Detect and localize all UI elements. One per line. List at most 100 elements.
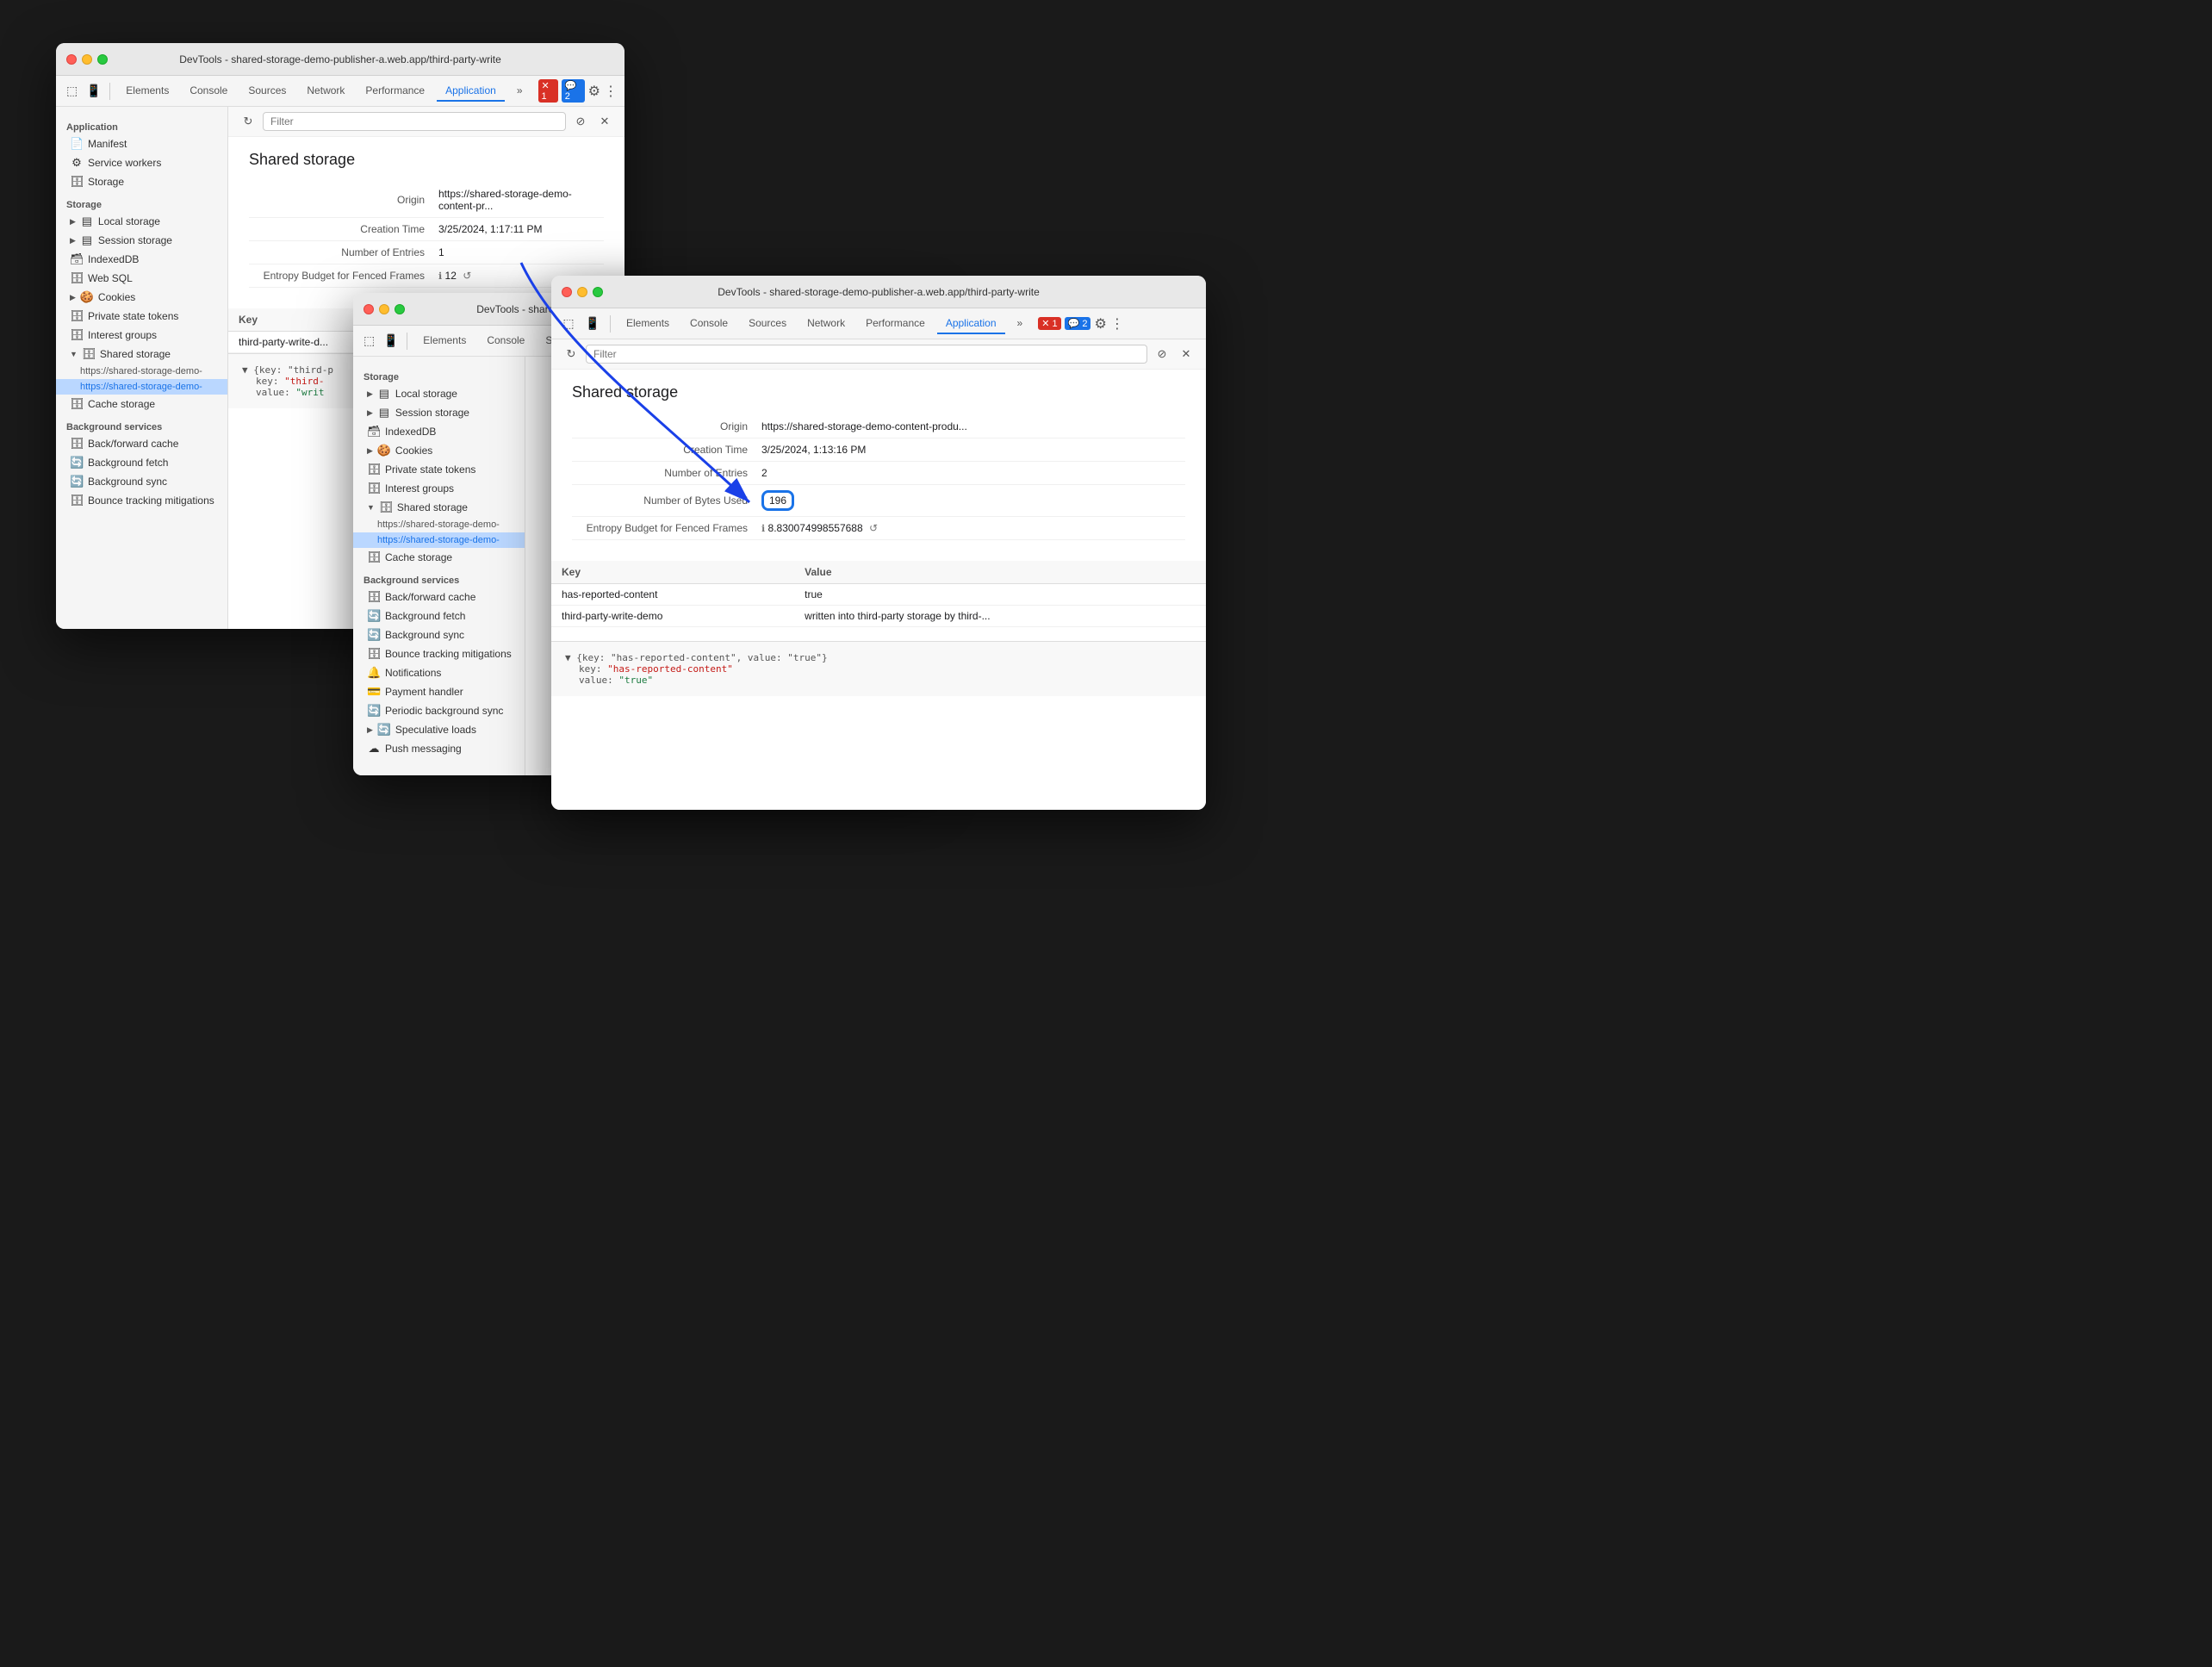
sidebar-item-payment-2[interactable]: 💳 Payment handler	[353, 682, 525, 701]
sidebar-item-cachestorage-2[interactable]: 🗄 Cache storage	[353, 548, 525, 567]
sidebar-item-interestgroups-2[interactable]: 🗄 Interest groups	[353, 479, 525, 498]
sidebar-item-cachestorage[interactable]: 🗄 Cache storage	[56, 395, 227, 414]
tab-more-1[interactable]: »	[508, 81, 531, 102]
sidebar-item-push-2[interactable]: ☁ Push messaging	[353, 739, 525, 758]
tab-console-3[interactable]: Console	[681, 314, 736, 334]
sidebar-item-localstorage-2[interactable]: ▶ ▤ Local storage	[353, 384, 525, 403]
entropy-value-1: ℹ 12 ↺	[438, 270, 471, 282]
more-icon-1[interactable]: ⋮	[604, 83, 618, 100]
tab-sources-3[interactable]: Sources	[740, 314, 795, 334]
device-icon-3[interactable]: 📱	[582, 314, 603, 334]
tab-network-1[interactable]: Network	[298, 81, 353, 102]
sidebar-item-privatestate[interactable]: 🗄 Private state tokens	[56, 307, 227, 326]
sidebar-item-bgsync[interactable]: 🔄 Background sync	[56, 472, 227, 491]
device-icon[interactable]: 📱	[84, 81, 103, 102]
sidebar-item-bgfetch-2[interactable]: 🔄 Background fetch	[353, 606, 525, 625]
cursor-icon[interactable]: ⬚	[63, 81, 81, 102]
clear-btn-3[interactable]: ⊘	[1153, 345, 1171, 364]
sidebar-item-periodicbgsync-2[interactable]: 🔄 Periodic background sync	[353, 701, 525, 720]
sidebar-item-notifications-2[interactable]: 🔔 Notifications	[353, 663, 525, 682]
sidebar-item-interestgroups-label: Interest groups	[88, 329, 157, 341]
localstorage-icon: ▤	[80, 215, 94, 228]
reload-btn-1[interactable]: ↻	[239, 112, 258, 131]
separator-3	[610, 315, 611, 333]
minimize-button-2[interactable]	[379, 304, 389, 314]
close-btn-1[interactable]: ✕	[595, 112, 614, 131]
settings-icon-3[interactable]: ⚙	[1094, 315, 1106, 333]
sidebar-item-cookies-2[interactable]: ▶ 🍪 Cookies	[353, 441, 525, 460]
maximize-button-1[interactable]	[97, 54, 108, 65]
indexeddb-icon: 🗃	[70, 252, 84, 266]
sidebar-item-sharedstorage-url2-label: https://shared-storage-demo-	[80, 382, 202, 392]
sidebar-item-cookies[interactable]: ▶ 🍪 Cookies	[56, 288, 227, 307]
more-icon-3[interactable]: ⋮	[1110, 315, 1124, 333]
sidebar-item-sharedstorage-url2[interactable]: https://shared-storage-demo-	[56, 379, 227, 395]
table-cell-key-2-3: third-party-write-demo	[551, 606, 794, 627]
tab-performance-1[interactable]: Performance	[357, 81, 433, 102]
sidebar-item-bgfetch[interactable]: 🔄 Background fetch	[56, 453, 227, 472]
maximize-button-3[interactable]	[593, 287, 603, 297]
tab-elements-1[interactable]: Elements	[117, 81, 177, 102]
sidebar-item-bouncetracking[interactable]: 🗄 Bounce tracking mitigations	[56, 491, 227, 510]
sub-toolbar-1: ↻ ⊘ ✕	[228, 107, 624, 137]
sidebar-item-indexeddb-2[interactable]: 🗃 IndexedDB	[353, 422, 525, 441]
sidebar-item-backforward-2[interactable]: 🗄 Back/forward cache	[353, 588, 525, 606]
tab-console-2[interactable]: Console	[478, 331, 533, 351]
sidebar-item-interestgroups[interactable]: 🗄 Interest groups	[56, 326, 227, 345]
table-row-2-3[interactable]: third-party-write-demo written into thir…	[551, 606, 1206, 627]
creation-value-1: 3/25/2024, 1:17:11 PM	[438, 223, 543, 235]
tab-performance-3[interactable]: Performance	[857, 314, 934, 334]
sidebar-item-manifest[interactable]: 📄 Manifest	[56, 134, 227, 153]
sidebar-item-localstorage[interactable]: ▶ ▤ Local storage	[56, 212, 227, 231]
tab-console-1[interactable]: Console	[181, 81, 236, 102]
tab-more-3[interactable]: »	[1009, 314, 1032, 334]
sidebar-item-sharedstorage-2[interactable]: ▼ 🗄 Shared storage	[353, 498, 525, 517]
close-button-1[interactable]	[66, 54, 77, 65]
bytes-label-3: Number of Bytes Used	[572, 495, 761, 507]
toolbar-badges-1: ✕ 1 💬 2	[538, 79, 585, 103]
tab-elements-3[interactable]: Elements	[618, 314, 678, 334]
sidebar-item-speculative-2[interactable]: ▶ 🔄 Speculative loads	[353, 720, 525, 739]
tab-elements-2[interactable]: Elements	[414, 331, 475, 351]
sidebar-item-websql[interactable]: 🗄 Web SQL	[56, 269, 227, 288]
sidebar-item-backforward[interactable]: 🗄 Back/forward cache	[56, 434, 227, 453]
maximize-button-2[interactable]	[395, 304, 405, 314]
settings-icon-1[interactable]: ⚙	[588, 83, 600, 100]
sidebar-item-indexeddb[interactable]: 🗃 IndexedDB	[56, 250, 227, 269]
sidebar-item-sharedstorage-url2-2[interactable]: https://shared-storage-demo-	[353, 532, 525, 548]
close-button-3[interactable]	[562, 287, 572, 297]
sidebar-item-sharedstorage-url1-2[interactable]: https://shared-storage-demo-	[353, 517, 525, 532]
cursor-icon-2[interactable]: ⬚	[360, 331, 378, 351]
tab-application-3[interactable]: Application	[937, 314, 1005, 334]
entropy-label-3: Entropy Budget for Fenced Frames	[572, 522, 761, 534]
sidebar-item-serviceworkers[interactable]: ⚙ Service workers	[56, 153, 227, 172]
close-btn-3[interactable]: ✕	[1177, 345, 1196, 364]
sidebar-item-sessionstorage-2[interactable]: ▶ ▤ Session storage	[353, 403, 525, 422]
storage-root-icon: 🗄	[70, 175, 84, 189]
minimize-button-3[interactable]	[577, 287, 587, 297]
bouncetracking-icon: 🗄	[70, 494, 84, 507]
tab-sources-1[interactable]: Sources	[239, 81, 295, 102]
sidebar-item-privatestate-2[interactable]: 🗄 Private state tokens	[353, 460, 525, 479]
sidebar-item-sessionstorage[interactable]: ▶ ▤ Session storage	[56, 231, 227, 250]
origin-label-1: Origin	[249, 194, 438, 206]
filter-input-1[interactable]	[263, 112, 566, 131]
sidebar-2: Storage ▶ ▤ Local storage ▶ ▤ Session st…	[353, 357, 525, 775]
device-icon-2[interactable]: 📱	[382, 331, 400, 351]
filter-input-3[interactable]	[586, 345, 1147, 364]
close-button-2[interactable]	[363, 304, 374, 314]
reload-btn-3[interactable]: ↻	[562, 345, 581, 364]
sidebar-item-bgsync-2[interactable]: 🔄 Background sync	[353, 625, 525, 644]
clear-btn-1[interactable]: ⊘	[571, 112, 590, 131]
tab-network-3[interactable]: Network	[798, 314, 854, 334]
devtools-toolbar-3: ⬚ 📱 Elements Console Sources Network Per…	[551, 308, 1206, 339]
sidebar-item-bouncetracking-2[interactable]: 🗄 Bounce tracking mitigations	[353, 644, 525, 663]
minimize-button-1[interactable]	[82, 54, 92, 65]
tab-application-1[interactable]: Application	[437, 81, 505, 102]
sidebar-item-storage-root[interactable]: 🗄 Storage	[56, 172, 227, 191]
sidebar-item-sharedstorage-url1[interactable]: https://shared-storage-demo-	[56, 364, 227, 379]
sidebar-item-sharedstorage[interactable]: ▼ 🗄 Shared storage	[56, 345, 227, 364]
interestgroups-icon: 🗄	[70, 328, 84, 342]
table-row-1-3[interactable]: has-reported-content true	[551, 584, 1206, 606]
cursor-icon-3[interactable]: ⬚	[558, 314, 579, 334]
